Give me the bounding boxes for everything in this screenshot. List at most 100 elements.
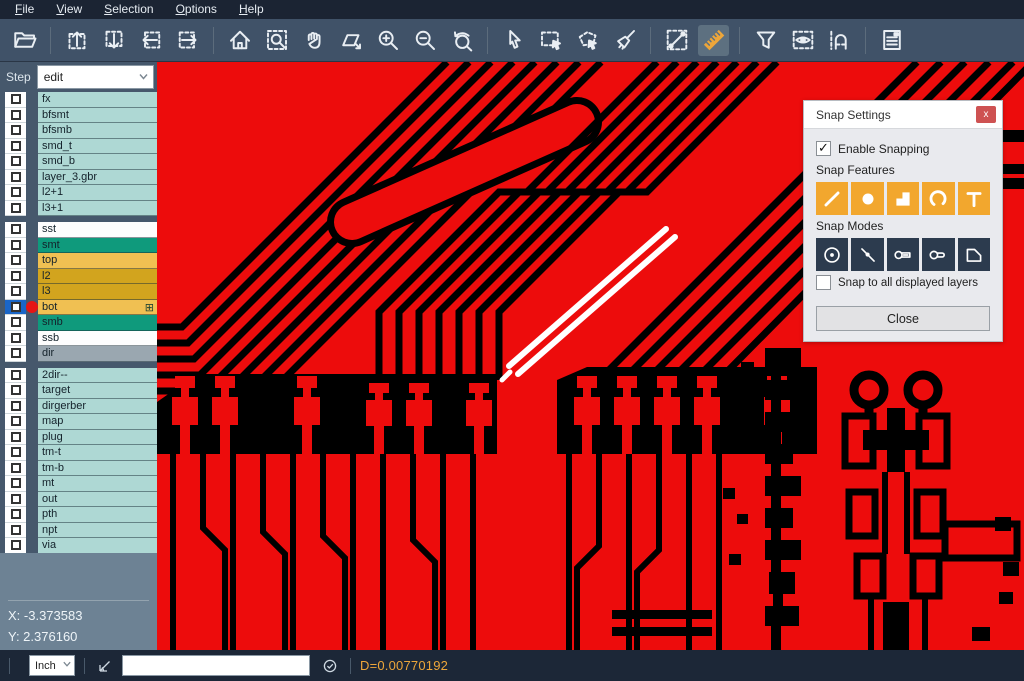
layer-visibility-checkbox[interactable] [5, 507, 26, 523]
layer-visibility-checkbox[interactable] [5, 414, 26, 430]
layer-visibility-checkbox[interactable] [5, 300, 26, 316]
layer-visibility-checkbox[interactable] [5, 523, 26, 539]
snap-all-layers-checkbox[interactable] [816, 275, 831, 290]
layer-row-layer_3.gbr[interactable]: layer_3.gbr [5, 170, 157, 186]
step-select[interactable]: edit [37, 65, 154, 89]
layer-row-l2+1[interactable]: l2+1 [5, 185, 157, 201]
pan-hand-icon[interactable] [298, 25, 329, 56]
slot-end-snap-icon[interactable] [887, 238, 919, 271]
layer-visibility-checkbox[interactable] [5, 154, 26, 170]
layer-visibility-checkbox[interactable] [5, 139, 26, 155]
pcb-canvas[interactable]: Snap Settings x Enable Snapping Snap Fea… [157, 62, 1024, 650]
layer-visibility-checkbox[interactable] [5, 92, 26, 108]
ruler-icon[interactable] [698, 25, 729, 56]
layer-visibility-checkbox[interactable] [5, 445, 26, 461]
zoom-out-icon[interactable] [409, 25, 440, 56]
center-snap-icon[interactable] [816, 238, 848, 271]
pan-right-icon[interactable] [172, 25, 203, 56]
enable-snapping-checkbox[interactable] [816, 141, 831, 156]
open-folder-icon[interactable] [9, 25, 40, 56]
layer-visibility-checkbox[interactable] [5, 368, 26, 384]
filter-icon[interactable] [750, 25, 781, 56]
select-arrow-icon[interactable] [498, 25, 529, 56]
layer-visibility-checkbox[interactable] [5, 201, 26, 217]
layer-visibility-checkbox[interactable] [5, 383, 26, 399]
snap-dialog-titlebar[interactable]: Snap Settings x [804, 101, 1002, 129]
angle-measure-icon[interactable] [94, 655, 116, 677]
layer-row-smb[interactable]: smb [5, 315, 157, 331]
pan-left-icon[interactable] [135, 25, 166, 56]
snap-icon[interactable] [824, 25, 855, 56]
zoom-previous-icon[interactable] [446, 25, 477, 56]
layer-row-pth[interactable]: pth [5, 507, 157, 523]
layer-visibility-checkbox[interactable] [5, 492, 26, 508]
layer-row-via[interactable]: via [5, 538, 157, 554]
layer-row-bfsmt[interactable]: bfsmt [5, 108, 157, 124]
layer-visibility-checkbox[interactable] [5, 461, 26, 477]
layer-visibility-checkbox[interactable] [5, 108, 26, 124]
layer-visibility-checkbox[interactable] [5, 269, 26, 285]
layer-row-out[interactable]: out [5, 492, 157, 508]
layer-row-l3+1[interactable]: l3+1 [5, 201, 157, 217]
menu-help[interactable]: Help [228, 0, 275, 19]
view-options-icon[interactable] [787, 25, 818, 56]
layer-row-map[interactable]: map [5, 414, 157, 430]
pan-down-icon[interactable] [98, 25, 129, 56]
layer-row-tm-b[interactable]: tm-b [5, 461, 157, 477]
layer-row-mt[interactable]: mt [5, 476, 157, 492]
layer-visibility-checkbox[interactable] [5, 284, 26, 300]
layer-visibility-checkbox[interactable] [5, 185, 26, 201]
layer-row-ssb[interactable]: ssb [5, 331, 157, 347]
layer-row-plug[interactable]: plug [5, 430, 157, 446]
layer-row-sst[interactable]: sst [5, 222, 157, 238]
menu-selection[interactable]: Selection [93, 0, 164, 19]
layer-row-l2[interactable]: l2 [5, 269, 157, 285]
layer-visibility-checkbox[interactable] [5, 315, 26, 331]
layer-row-top[interactable]: top [5, 253, 157, 269]
layer-visibility-checkbox[interactable] [5, 331, 26, 347]
surface-snap-icon[interactable] [887, 182, 919, 215]
text-snap-icon[interactable] [958, 182, 990, 215]
layer-visibility-checkbox[interactable] [5, 170, 26, 186]
slot-center-snap-icon[interactable] [922, 238, 954, 271]
layer-row-smd_t[interactable]: smd_t [5, 139, 157, 155]
layer-row-2dir--[interactable]: 2dir-- [5, 368, 157, 384]
layer-visibility-checkbox[interactable] [5, 476, 26, 492]
close-icon[interactable]: x [976, 106, 996, 123]
measure-input[interactable] [122, 655, 310, 676]
layer-row-bot[interactable]: bot⊞ [5, 300, 157, 316]
layer-row-fx[interactable]: fx [5, 92, 157, 108]
layer-visibility-checkbox[interactable] [5, 346, 26, 362]
pad-snap-icon[interactable] [851, 182, 883, 215]
layer-row-bfsmb[interactable]: bfsmb [5, 123, 157, 139]
select-poly-icon[interactable] [572, 25, 603, 56]
layer-visibility-checkbox[interactable] [5, 123, 26, 139]
layer-visibility-checkbox[interactable] [5, 538, 26, 554]
layer-row-npt[interactable]: npt [5, 523, 157, 539]
layer-row-target[interactable]: target [5, 383, 157, 399]
layer-visibility-checkbox[interactable] [5, 222, 26, 238]
menu-file[interactable]: File [4, 0, 45, 19]
line-snap-icon[interactable] [816, 182, 848, 215]
layer-visibility-checkbox[interactable] [5, 238, 26, 254]
zoom-area-icon[interactable] [261, 25, 292, 56]
brush-icon[interactable] [609, 25, 640, 56]
unit-select[interactable]: Inch [29, 655, 75, 676]
layer-row-tm-t[interactable]: tm-t [5, 445, 157, 461]
layer-row-smd_b[interactable]: smd_b [5, 154, 157, 170]
close-button[interactable]: Close [816, 306, 990, 331]
measure-line-icon[interactable] [661, 25, 692, 56]
point-snap-icon[interactable] [851, 238, 883, 271]
layer-visibility-checkbox[interactable] [5, 399, 26, 415]
layer-row-smt[interactable]: smt [5, 238, 157, 254]
layer-visibility-checkbox[interactable] [5, 430, 26, 446]
corner-snap-icon[interactable] [958, 238, 990, 271]
menu-view[interactable]: View [45, 0, 93, 19]
layer-row-l3[interactable]: l3 [5, 284, 157, 300]
zoom-object-icon[interactable] [335, 25, 366, 56]
home-icon[interactable] [224, 25, 255, 56]
layer-row-dir[interactable]: dir [5, 346, 157, 362]
layer-row-dirgerber[interactable]: dirgerber [5, 399, 157, 415]
refresh-check-icon[interactable] [319, 655, 341, 677]
select-rect-icon[interactable] [535, 25, 566, 56]
